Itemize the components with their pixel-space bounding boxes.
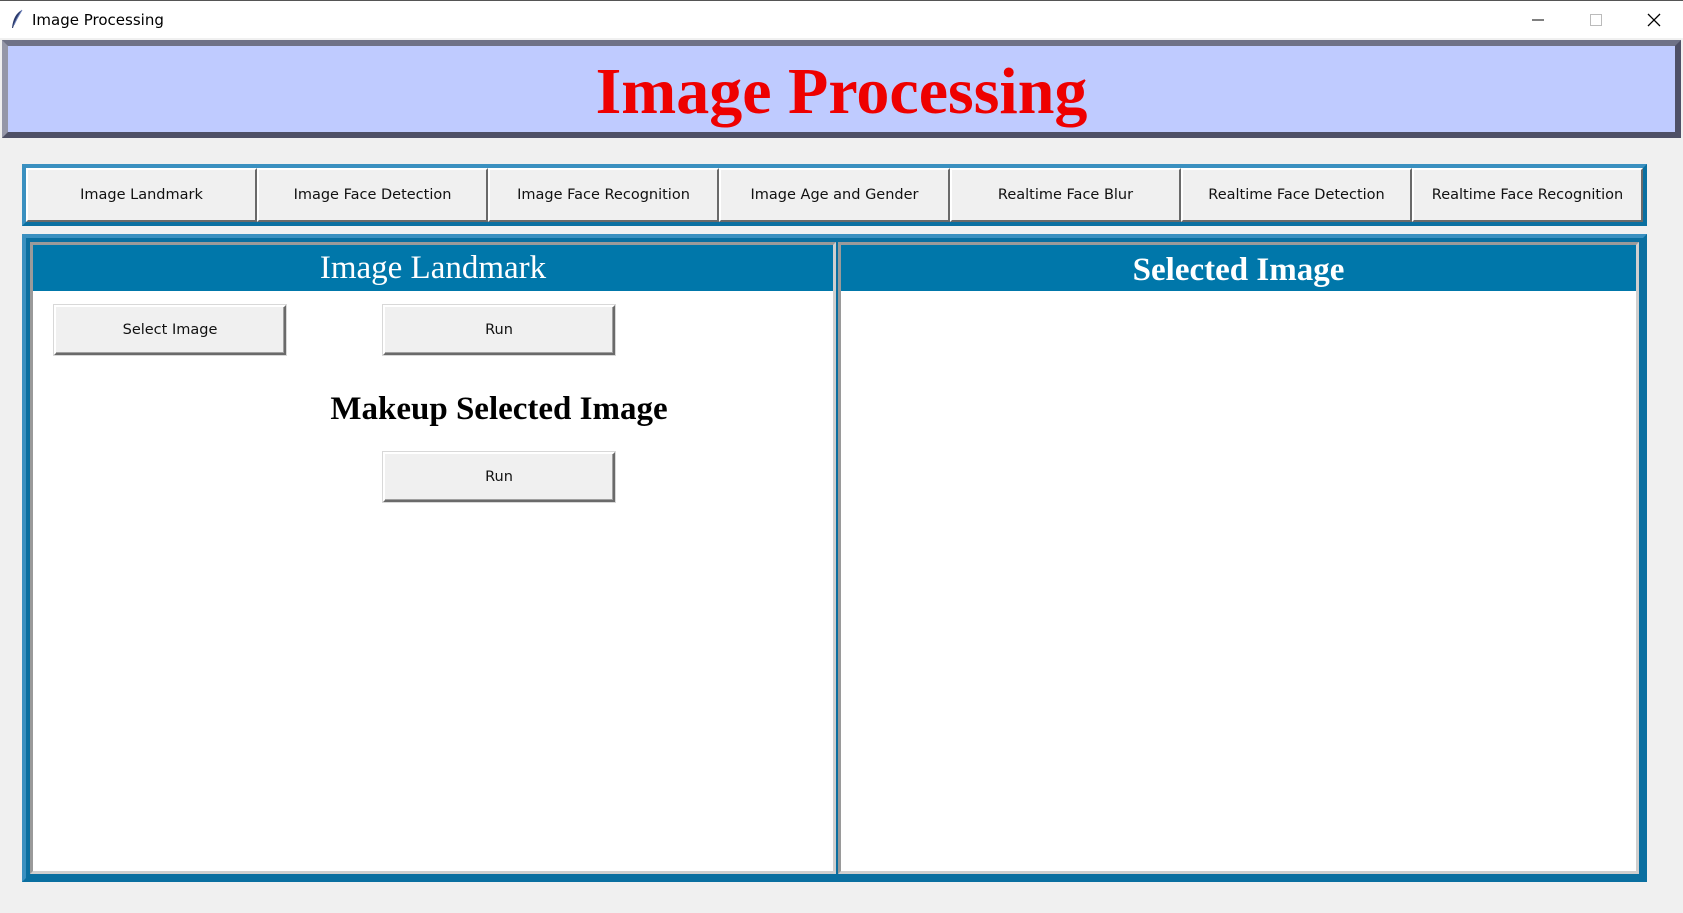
maximize-button[interactable] [1567, 1, 1625, 39]
feather-icon [10, 9, 24, 29]
tab-image-face-recognition[interactable]: Image Face Recognition [488, 168, 719, 222]
selected-image-area [841, 291, 1636, 871]
tab-image-face-detection[interactable]: Image Face Detection [257, 168, 488, 222]
main-area: Image Landmark Select Image Run Makeup S… [22, 234, 1647, 882]
makeup-section-title-wrap: Makeup Selected Image [33, 391, 965, 428]
close-icon [1647, 13, 1661, 27]
run-makeup-button[interactable]: Run [383, 452, 615, 502]
minimize-icon [1532, 19, 1544, 21]
run-landmark-button[interactable]: Run [383, 305, 615, 355]
tab-realtime-face-recognition[interactable]: Realtime Face Recognition [1412, 168, 1643, 222]
minimize-button[interactable] [1509, 1, 1567, 39]
landmark-panel: Image Landmark Select Image Run Makeup S… [30, 242, 836, 874]
landmark-panel-header: Image Landmark [33, 245, 833, 291]
tab-realtime-face-detection[interactable]: Realtime Face Detection [1181, 168, 1412, 222]
select-image-button[interactable]: Select Image [54, 305, 286, 355]
selected-image-panel: Selected Image [838, 242, 1639, 874]
tab-image-age-and-gender[interactable]: Image Age and Gender [719, 168, 950, 222]
close-button[interactable] [1625, 1, 1683, 39]
window-titlebar: Image Processing [0, 0, 1683, 38]
app-banner: Image Processing [2, 40, 1681, 138]
tab-realtime-face-blur[interactable]: Realtime Face Blur [950, 168, 1181, 222]
maximize-icon [1590, 14, 1602, 26]
makeup-section-title: Makeup Selected Image [330, 391, 668, 427]
tab-image-landmark[interactable]: Image Landmark [26, 168, 257, 222]
tab-bar: Image Landmark Image Face Detection Imag… [22, 164, 1647, 226]
app-title: Image Processing [595, 55, 1088, 128]
selected-image-panel-header: Selected Image [841, 245, 1636, 291]
window-title: Image Processing [32, 11, 164, 29]
